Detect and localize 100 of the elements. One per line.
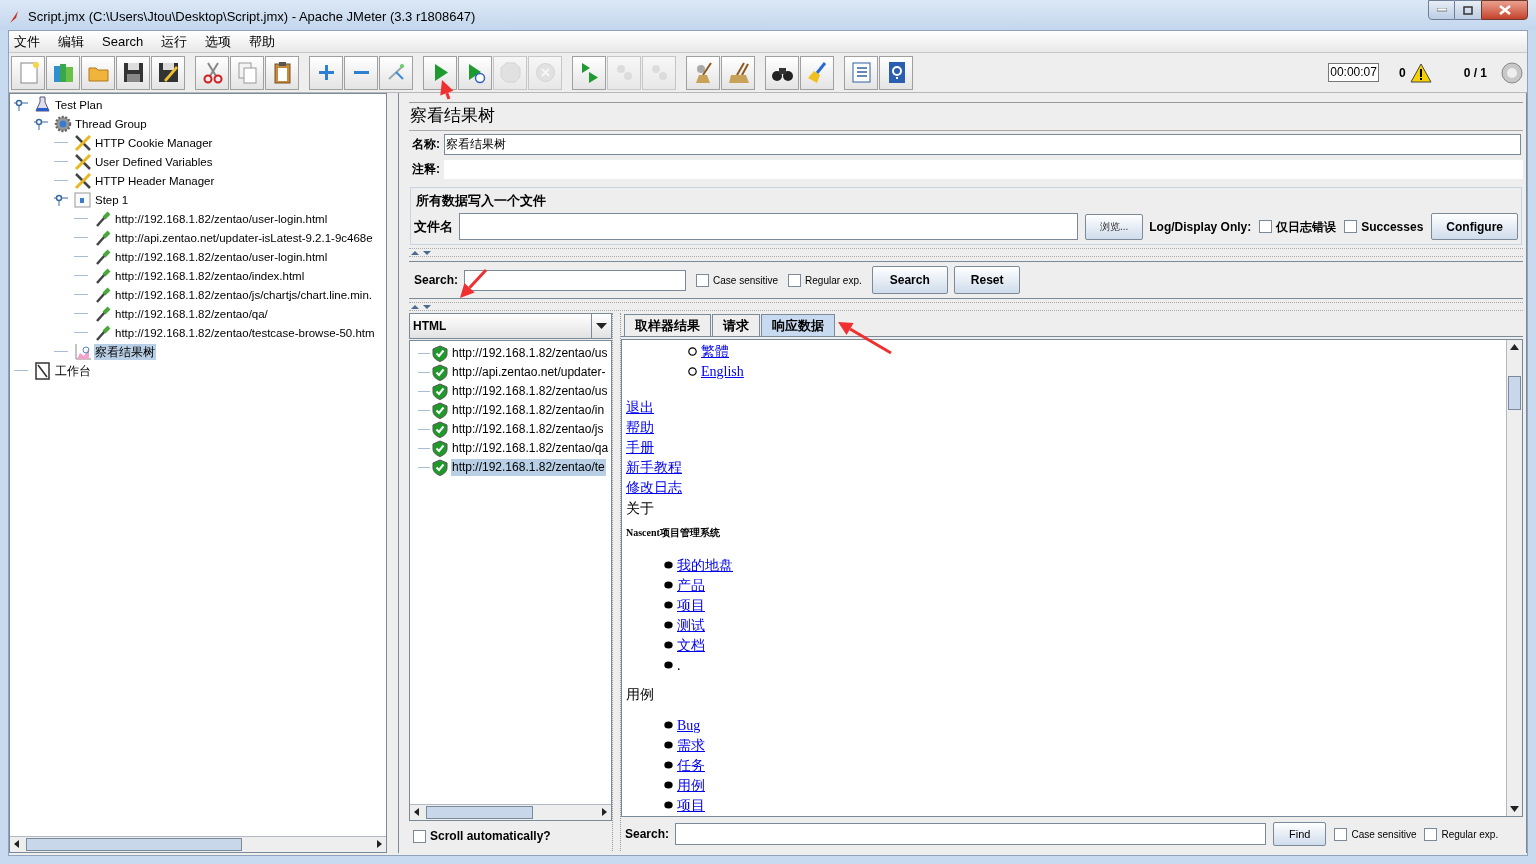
collapse-arrows-icon[interactable] [410,249,432,256]
tab[interactable]: 请求 [712,314,760,336]
button[interactable]: 浏览... [1084,213,1144,240]
link[interactable]: 新手教程 [626,456,682,478]
tree-item[interactable]: 察看结果树 [94,343,156,360]
checkbox[interactable]: Regular exp. [1424,826,1499,842]
menu-item[interactable]: 编辑 [58,31,84,52]
window-title: Script.jmx (C:\Users\Jtou\Desktop\Script.jmx) - Apache JMeter (3.3 r1808647) [28,8,476,26]
thread-count: 0 / 1 [1463,64,1487,82]
gear-icon [54,114,72,133]
horizontal-scrollbar[interactable] [10,836,386,852]
tree-item[interactable]: HTTP Cookie Manager [94,134,214,151]
link[interactable]: 文档 [677,634,705,656]
scrollbar-thumb[interactable] [426,806,534,819]
link[interactable]: 我的地盘 [677,554,733,576]
tree-item[interactable]: http://api.zentao.net/updater-isLatest-9.2.1-9c468e [114,229,374,246]
tree-item[interactable]: http://192.168.1.82/zentao/user-login.html [114,248,329,265]
menu-item[interactable]: 运行 [161,31,188,52]
link[interactable]: English [701,360,744,382]
result-item[interactable]: http://192.168.1.82/zentao/js [451,421,605,438]
checkbox[interactable]: Successes [1344,217,1424,236]
circle-bullet-icon [688,346,697,356]
maximize-button[interactable] [1455,0,1481,20]
link[interactable]: 帮助 [626,416,654,438]
renderer-dropdown[interactable]: HTML [409,313,612,339]
link[interactable]: 退出 [626,396,654,418]
minimize-button[interactable] [1428,0,1455,20]
checkbox[interactable]: Case sensitive [696,272,779,288]
pipette-icon [94,228,112,247]
collapse-arrows-icon[interactable] [410,303,432,310]
result-item[interactable]: http://192.168.1.82/zentao/us [451,345,609,362]
button[interactable]: Find [1273,822,1327,846]
pipette-icon [94,323,112,342]
menu-item[interactable]: 文件 [14,31,40,52]
tree-item[interactable]: http://192.168.1.82/zentao/index.html [114,267,306,284]
group-legend: 所有数据写入一个文件 [414,191,548,211]
toolbar-button[interactable] [151,55,185,90]
button[interactable]: Search [871,266,948,294]
button[interactable]: Reset [953,266,1021,294]
link[interactable]: 修改日志 [626,476,682,498]
field-label: 名称: [412,136,440,153]
name-field[interactable]: 察看结果树 [444,133,1521,155]
bullet-icon [664,741,673,749]
scrollbar-thumb[interactable] [1508,376,1521,410]
bullet-icon [664,621,673,629]
tree-item[interactable]: http://192.168.1.82/zentao/testcase-browse-50.htm [114,324,376,341]
bullet-icon [664,661,673,669]
tree-item[interactable]: http://192.168.1.82/zentao/qa/ [114,305,269,322]
link[interactable]: 手册 [626,436,654,458]
result-item[interactable]: http://192.168.1.82/zentao/us [451,383,609,400]
result-item[interactable]: http://api.zentao.net/updater- [451,364,607,381]
menu-item[interactable]: 选项 [205,31,232,52]
tree-handle-icon[interactable] [54,193,68,206]
menu-item[interactable]: 帮助 [249,31,276,52]
checkbox[interactable]: 仅日志错误 [1259,217,1337,236]
checkbox[interactable]: Regular exp. [788,272,862,288]
link[interactable]: 需求 [677,734,705,756]
tab[interactable]: 取样器结果 [624,314,711,336]
find-field[interactable] [675,823,1267,845]
toolbar-button[interactable] [265,55,299,90]
checkbox[interactable]: Case sensitive [1334,826,1417,842]
tree-item[interactable]: Test Plan [54,96,104,113]
link[interactable]: 任务 [677,754,705,776]
bullet-icon [664,781,673,789]
link[interactable]: 繁體 [701,340,729,362]
tree-item[interactable]: http://192.168.1.82/zentao/user-login.html [114,210,329,227]
toolbar-button[interactable] [879,55,913,90]
result-item[interactable]: http://192.168.1.82/zentao/qa [451,440,610,457]
result-item[interactable]: http://192.168.1.82/zentao/te [451,459,606,476]
field-label: Search: [414,272,459,289]
link[interactable]: 项目 [677,594,705,616]
link[interactable]: 项目 [677,794,705,816]
checkbox[interactable]: Scroll automatically? [413,827,551,845]
tree-item[interactable]: 工作台 [54,362,92,379]
button[interactable]: Configure [1431,213,1518,240]
file-name-field[interactable] [459,213,1078,240]
list-text: . [677,656,681,675]
link[interactable]: 用例 [677,774,705,796]
close-button[interactable] [1481,0,1528,20]
tree-item[interactable]: http://192.168.1.82/zentao/js/chartjs/chart.line.min. [114,286,373,303]
horizontal-scrollbar[interactable] [410,804,611,820]
tree-handle-icon[interactable] [34,117,48,130]
link[interactable]: 测试 [677,614,705,636]
search-field[interactable] [464,269,687,291]
scrollbar-thumb[interactable] [26,838,242,851]
link[interactable]: Bug [677,714,701,736]
tree-item[interactable]: User Defined Variables [94,153,214,170]
link[interactable]: 产品 [677,574,705,596]
bullet-icon [664,641,673,649]
tree-handle-icon[interactable] [14,98,28,111]
toolbar-button[interactable] [116,55,150,90]
pipette-icon [94,209,112,228]
menu-item[interactable]: Search [102,31,144,52]
vertical-scrollbar[interactable] [1506,340,1522,816]
result-item[interactable]: http://192.168.1.82/zentao/in [451,402,606,419]
tree-item[interactable]: HTTP Header Manager [94,172,216,189]
tree-item[interactable]: Thread Group [74,115,148,132]
toolbar-button[interactable] [765,55,799,90]
tab[interactable]: 响应数据 [761,314,835,336]
tree-item[interactable]: Step 1 [94,191,130,208]
